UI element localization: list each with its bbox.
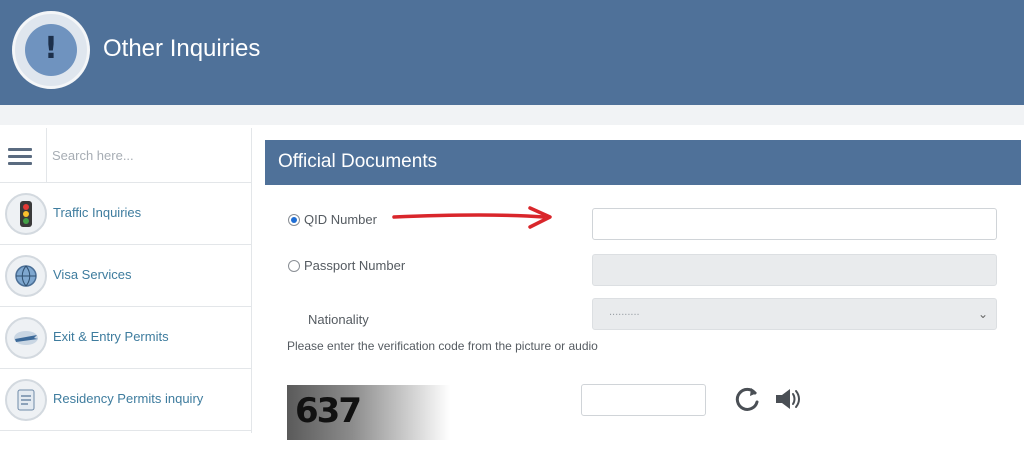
sidebar-item-label: Exit & Entry Permits: [53, 329, 169, 344]
header-spacer: [0, 105, 1024, 125]
chevron-down-icon: ⌄: [977, 307, 988, 321]
page-title: Other Inquiries: [103, 35, 261, 62]
sidebar-item-traffic-inquiries[interactable]: Traffic Inquiries: [0, 183, 251, 245]
menu-icon[interactable]: [8, 148, 32, 166]
exclamation-icon: !: [25, 24, 77, 76]
sidebar-item-label: Visa Services: [53, 267, 132, 282]
nationality-select[interactable]: .......... ⌄: [592, 298, 997, 330]
qid-label: QID Number: [304, 212, 377, 227]
captcha-code: 637: [295, 391, 362, 431]
annotation-arrow: [392, 206, 552, 229]
document-icon: [5, 379, 47, 421]
sidebar: Traffic Inquiries Visa Services Exit & E…: [0, 128, 252, 433]
search-input[interactable]: [52, 140, 242, 170]
qid-radio[interactable]: [288, 214, 300, 226]
refresh-icon[interactable]: [731, 383, 763, 415]
sidebar-item-label: Traffic Inquiries: [53, 205, 142, 220]
traffic-light-icon: [5, 193, 47, 235]
panel-title: Official Documents: [265, 140, 1021, 185]
passport-label: Passport Number: [304, 258, 406, 273]
nationality-value: ..........: [609, 306, 640, 318]
sidebar-item-label: Residency Permits inquiry: [53, 391, 204, 406]
logo: !: [12, 11, 90, 89]
sidebar-item-visa-services[interactable]: Visa Services: [0, 245, 251, 307]
divider: [46, 128, 47, 183]
speaker-icon[interactable]: [771, 383, 803, 415]
captcha-input[interactable]: [581, 384, 706, 416]
captcha-image: 637: [287, 385, 450, 440]
passport-radio[interactable]: [288, 260, 300, 272]
sidebar-item-exit-entry-permits[interactable]: Exit & Entry Permits: [0, 307, 251, 369]
nationality-label: Nationality: [308, 312, 369, 327]
sidebar-search: [0, 128, 251, 183]
verification-instructions: Please enter the verification code from …: [287, 339, 598, 353]
qid-input[interactable]: [592, 208, 997, 240]
airplane-icon: [5, 317, 47, 359]
sidebar-item-residency-permits[interactable]: Residency Permits inquiry: [0, 369, 251, 431]
passport-input[interactable]: [592, 254, 997, 286]
official-documents-panel: Official Documents QID Number Passport N…: [265, 140, 1021, 440]
globe-icon: [5, 255, 47, 297]
app-header: ! Other Inquiries: [0, 0, 1024, 105]
